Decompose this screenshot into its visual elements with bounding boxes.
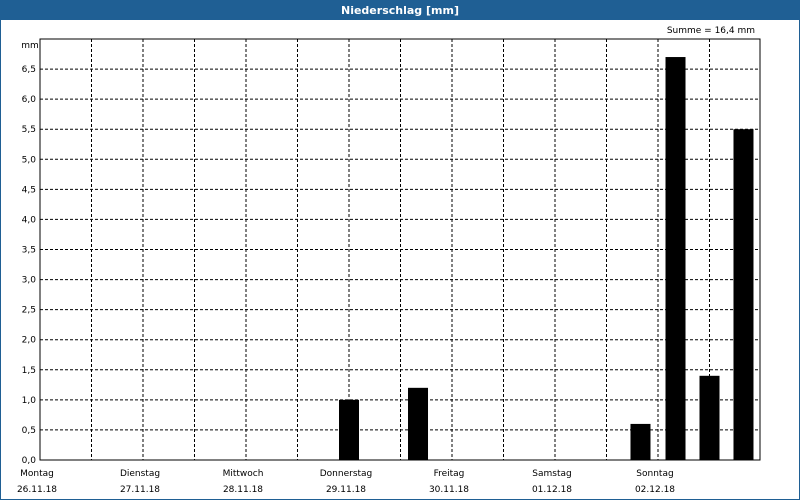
y-axis-unit: mm (21, 41, 39, 51)
x-tick-day: Freitag (434, 469, 465, 479)
precipitation-chart: 0,0 0,5 1,0 1,5 2,0 2,5 3,0 3,5 4,0 4,5 5,0 5,5 6,0 6… (17, 26, 761, 495)
x-tick-day: Montag (20, 469, 54, 479)
y-tick-label: 0,5 (22, 426, 36, 436)
y-tick-label: 6,5 (22, 65, 36, 75)
y-tick-label: 1,5 (22, 366, 36, 376)
y-tick-label: 2,0 (22, 336, 37, 346)
x-tick-date: 30.11.18 (429, 485, 469, 495)
y-tick-label: 4,5 (22, 185, 36, 195)
x-tick-date: 27.11.18 (120, 485, 160, 495)
y-tick-labels: 0,0 0,5 1,0 1,5 2,0 2,5 3,0 3,5 4,0 4,5 5,0 5,5 6,0 6… (22, 65, 37, 466)
x-tick-day: Sonntag (636, 469, 673, 479)
y-tick-label: 2,5 (22, 306, 36, 316)
precipitation-bar (630, 423, 651, 460)
y-tick-label: 1,0 (22, 396, 37, 406)
precipitation-bar (665, 57, 686, 461)
precipitation-bar (339, 399, 359, 460)
x-tick-day: Samstag (532, 469, 571, 479)
x-tick-day: Dienstag (120, 469, 160, 479)
precipitation-bar (699, 375, 720, 460)
x-tick-labels: Montag 26.11.18 Dienstag 27.11.18 Mittwoch 28… (17, 469, 675, 495)
grid (40, 39, 760, 460)
x-tick-date: 26.11.18 (17, 485, 57, 495)
x-tick-date: 01.12.18 (532, 485, 572, 495)
y-tick-label: 4,0 (22, 215, 37, 225)
y-tick-label: 3,5 (22, 246, 36, 256)
x-tick-date: 29.11.18 (326, 485, 366, 495)
y-tick-label: 6,0 (22, 95, 37, 105)
x-tick-day: Mittwoch (223, 469, 264, 479)
y-tick-label: 5,5 (22, 125, 36, 135)
sum-annotation: Summe = 16,4 mm (667, 26, 755, 36)
y-tick-label: 3,0 (22, 276, 37, 286)
y-tick-label: 5,0 (22, 155, 37, 165)
precipitation-bar (733, 129, 754, 460)
precipitation-bar (408, 387, 429, 460)
x-tick-date: 28.11.18 (223, 485, 263, 495)
y-tick-label: 0,0 (22, 456, 37, 466)
x-tick-date: 02.12.18 (635, 485, 675, 495)
x-tick-day: Donnerstag (320, 469, 373, 479)
